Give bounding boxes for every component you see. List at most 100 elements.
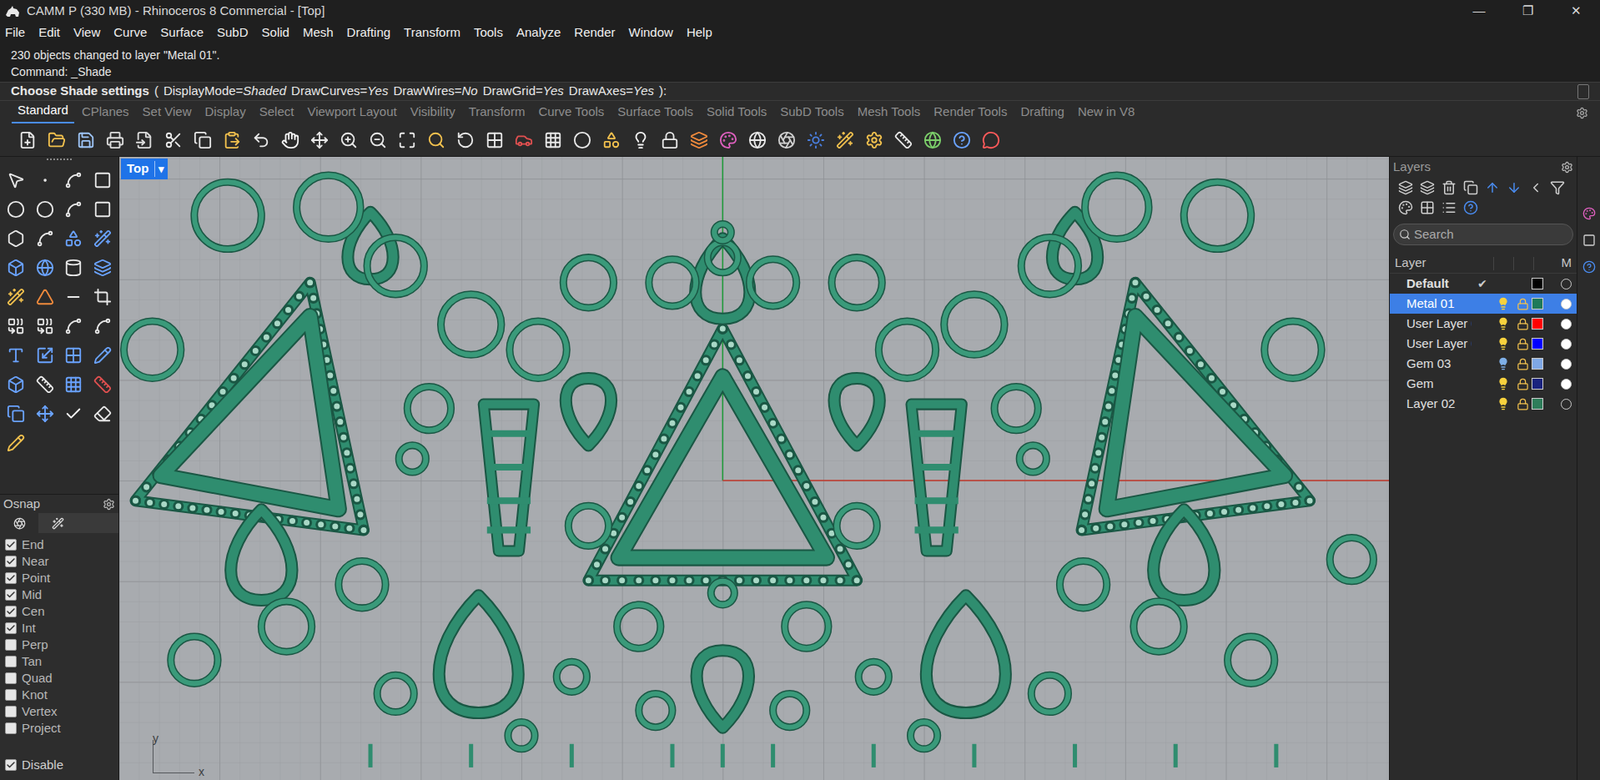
lock-toggle[interactable] (1513, 337, 1532, 351)
layer-material[interactable] (1560, 358, 1572, 370)
toolbar-button[interactable] (511, 127, 537, 153)
osnap-item[interactable]: End (5, 536, 114, 554)
osnap-checkbox[interactable] (5, 759, 17, 771)
visibility-toggle[interactable] (1493, 377, 1514, 391)
layer-material[interactable] (1560, 298, 1572, 310)
drag-handle[interactable] (46, 158, 72, 162)
toolbar-button[interactable] (131, 127, 157, 153)
osnap-checkbox[interactable] (5, 638, 17, 651)
tool-button[interactable] (3, 372, 29, 397)
layer-color[interactable] (1531, 377, 1544, 390)
layer-row[interactable]: Gem 03 (1389, 353, 1577, 374)
gear-icon[interactable] (1560, 161, 1574, 174)
layer-row[interactable]: Layer 02 (1389, 393, 1577, 414)
toolbar-tab[interactable]: Drafting (1014, 102, 1071, 125)
toolbar-tab[interactable]: Select (253, 102, 301, 125)
toolbar-button[interactable] (657, 127, 683, 153)
osnap-item[interactable]: Cen (5, 603, 114, 620)
lock-toggle[interactable] (1513, 317, 1532, 331)
lock-toggle[interactable] (1513, 297, 1532, 311)
tool-button[interactable] (90, 226, 116, 251)
tool-button[interactable] (3, 256, 29, 280)
osnap-checkbox[interactable] (5, 588, 17, 601)
menu-item[interactable]: View (73, 23, 101, 43)
layer-color[interactable] (1531, 357, 1544, 370)
toolbar-button[interactable] (686, 127, 712, 153)
toolbar-button[interactable] (394, 127, 420, 153)
layer-tool-icon[interactable] (1484, 180, 1500, 196)
tool-button[interactable] (90, 256, 116, 280)
layer-row[interactable]: Metal 01 (1389, 293, 1577, 314)
layer-row[interactable]: User Layer 0 (1389, 333, 1577, 354)
command-prompt[interactable]: Choose Shade settings(DisplayMode=Shaded… (0, 81, 1600, 101)
prompt-option[interactable]: DrawWires=No (392, 81, 478, 101)
visibility-toggle[interactable] (1493, 357, 1514, 371)
window-control[interactable]: ✕ (1551, 0, 1600, 23)
gear-icon[interactable] (102, 498, 116, 511)
toolbar-button[interactable] (482, 127, 508, 153)
menu-item[interactable]: Tools (473, 23, 504, 43)
toolbar-button[interactable] (248, 127, 274, 153)
layer-material[interactable] (1560, 398, 1572, 410)
viewport-label[interactable]: Top (120, 158, 155, 180)
toolbar-button[interactable] (44, 127, 70, 153)
tool-button[interactable] (60, 402, 86, 426)
toolbar-button[interactable] (190, 127, 216, 153)
menu-item[interactable]: Curve (113, 23, 147, 43)
layer-material[interactable] (1560, 338, 1572, 350)
layer-row[interactable]: Gem (1389, 373, 1577, 394)
toolbar-button[interactable] (161, 127, 187, 153)
toolbar-tab[interactable]: Standard (11, 100, 75, 125)
menu-item[interactable]: Edit (38, 23, 61, 43)
toolbar-button[interactable] (15, 127, 41, 153)
prompt-option[interactable]: DrawCurves=Yes (291, 81, 388, 101)
toolbar-button[interactable] (920, 127, 946, 153)
tool-button[interactable] (60, 168, 86, 192)
toolbar-button[interactable] (744, 127, 770, 153)
tool-button[interactable] (3, 285, 29, 309)
osnap-tab[interactable] (0, 513, 39, 534)
toolbar-button[interactable] (774, 127, 800, 153)
osnap-checkbox[interactable] (5, 655, 17, 668)
osnap-item[interactable]: Int (5, 619, 114, 637)
column-layer[interactable]: Layer (1394, 253, 1494, 273)
toolbar-tab[interactable]: Transform (462, 102, 532, 125)
color-icon[interactable] (1582, 206, 1596, 221)
tool-button[interactable] (32, 402, 58, 426)
osnap-item[interactable]: Project (5, 719, 114, 737)
layer-material[interactable] (1560, 318, 1572, 330)
tool-button[interactable] (32, 168, 58, 192)
prompt-option[interactable]: DrawAxes=Yes (568, 81, 655, 101)
tool-button[interactable] (32, 285, 58, 309)
column-material[interactable]: M (1561, 253, 1573, 273)
menu-item[interactable]: Drafting (347, 23, 392, 43)
tool-button[interactable] (3, 197, 29, 222)
osnap-checkbox[interactable] (5, 705, 17, 718)
toolbar-tab[interactable]: Visibility (404, 102, 462, 125)
osnap-checkbox[interactable] (5, 538, 17, 551)
menu-item[interactable]: Window (628, 23, 674, 43)
toolbar-button[interactable] (978, 127, 1004, 153)
toolbar-tab[interactable]: Set View (136, 102, 198, 125)
menu-item[interactable]: Surface (160, 23, 204, 43)
tool-button[interactable] (3, 314, 29, 338)
visibility-toggle[interactable] (1493, 296, 1514, 311)
toolbar-button[interactable] (423, 127, 449, 153)
toolbar-tab[interactable]: Display (199, 102, 252, 125)
viewport-dropdown[interactable]: ▾ (154, 161, 168, 178)
tool-button[interactable] (60, 285, 86, 309)
osnap-item[interactable]: Vertex (5, 703, 114, 720)
list-view-icon[interactable] (1441, 200, 1457, 216)
tool-button[interactable] (32, 314, 58, 338)
tool-button[interactable] (90, 372, 116, 397)
osnap-item[interactable]: Point (5, 569, 114, 587)
toolbar-button[interactable] (803, 127, 829, 153)
viewport-title[interactable]: Top▾ (120, 158, 168, 180)
layer-color[interactable] (1531, 317, 1544, 330)
toolbar-button[interactable] (102, 127, 128, 153)
tool-button[interactable] (32, 197, 58, 222)
layer-tool-icon[interactable] (1463, 180, 1479, 196)
visibility-toggle[interactable] (1493, 316, 1514, 331)
osnap-checkbox[interactable] (5, 672, 17, 685)
osnap-item[interactable]: Mid (5, 586, 114, 604)
